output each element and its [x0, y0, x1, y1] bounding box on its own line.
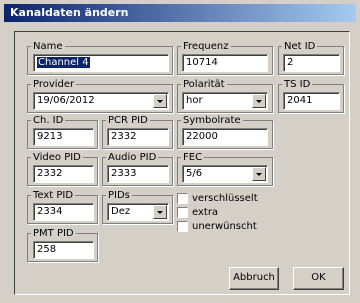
audio-pid-input[interactable]: 2333 — [107, 165, 169, 183]
net-id-label: Net ID — [282, 41, 318, 52]
ok-button[interactable]: OK — [293, 267, 344, 290]
frequenz-input[interactable]: 10714 — [182, 54, 268, 72]
title-bar: Kanaldaten ändern — [4, 4, 356, 22]
net-id-input[interactable]: 2 — [283, 54, 340, 72]
pids-dropdown-icon[interactable] — [153, 205, 167, 219]
text-pid-label: Text PID — [31, 190, 76, 201]
provider-value: 19/06/2012 — [37, 95, 95, 106]
dialog-window: Kanaldaten ändern Name Channel 4 Frequen… — [0, 0, 360, 303]
audio-pid-label: Audio PID — [106, 152, 159, 163]
provider-label: Provider — [31, 79, 77, 90]
polaritaet-label: Polarität — [181, 79, 227, 90]
frequenz-label: Frequenz — [181, 41, 231, 52]
fec-select[interactable]: 5/6 — [182, 165, 268, 183]
pcr-pid-input[interactable]: 2332 — [107, 128, 169, 146]
extra-checkbox[interactable] — [177, 207, 188, 218]
video-pid-input[interactable]: 2332 — [33, 165, 94, 183]
pids-label: PIDs — [106, 190, 132, 201]
pids-value: Dez — [111, 206, 131, 217]
ch-id-label: Ch. ID — [31, 115, 66, 126]
extra-label: extra — [192, 207, 219, 218]
pids-select[interactable]: Dez — [107, 203, 169, 221]
pcr-pid-label: PCR PID — [106, 115, 150, 126]
ch-id-input[interactable]: 9213 — [33, 128, 94, 146]
fec-dropdown-icon[interactable] — [252, 167, 266, 181]
provider-dropdown-icon[interactable] — [153, 94, 167, 108]
polaritaet-dropdown-icon[interactable] — [252, 94, 266, 108]
polaritaet-value: hor — [186, 95, 203, 106]
name-value: Channel 4 — [37, 57, 90, 68]
ts-id-input[interactable]: 2041 — [283, 92, 340, 110]
name-input[interactable]: Channel 4 — [33, 54, 169, 72]
cancel-button[interactable]: Abbruch — [229, 267, 279, 290]
pmt-pid-label: PMT PID — [31, 228, 76, 239]
unerwuenscht-checkbox[interactable] — [177, 221, 188, 232]
name-label: Name — [31, 41, 65, 52]
ts-id-label: TS ID — [282, 79, 313, 90]
fec-label: FEC — [181, 152, 205, 163]
pmt-pid-input[interactable]: 258 — [33, 241, 94, 259]
symbolrate-input[interactable]: 22000 — [182, 128, 268, 146]
symbolrate-label: Symbolrate — [181, 115, 243, 126]
video-pid-label: Video PID — [31, 152, 83, 163]
text-pid-input[interactable]: 2334 — [33, 203, 94, 221]
unerwuenscht-label: unerwünscht — [192, 221, 257, 232]
verschluesselt-checkbox[interactable] — [177, 193, 188, 204]
provider-select[interactable]: 19/06/2012 — [33, 92, 169, 110]
polaritaet-select[interactable]: hor — [182, 92, 268, 110]
fec-value: 5/6 — [186, 168, 203, 179]
verschluesselt-label: verschlüsselt — [192, 193, 258, 204]
